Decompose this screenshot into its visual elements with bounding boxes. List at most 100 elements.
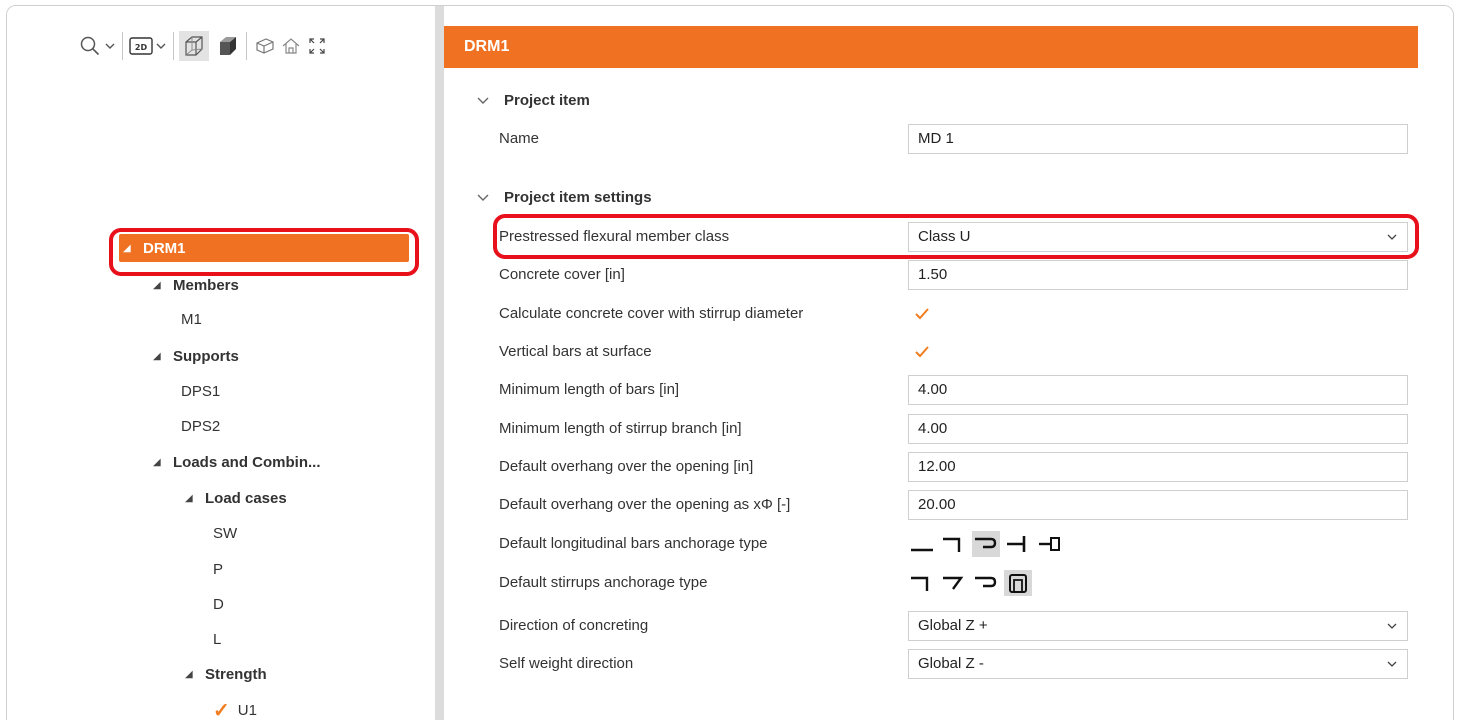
- section-label: Project item settings: [504, 188, 652, 206]
- collapse-arrow-icon[interactable]: ◢: [185, 493, 205, 504]
- row-name: Name MD 1: [444, 122, 1418, 156]
- tree-node-p[interactable]: P: [213, 555, 223, 583]
- tree-node-label: P: [213, 560, 224, 578]
- select-value: Global Z -: [918, 655, 984, 672]
- select-value: Global Z +: [918, 617, 988, 634]
- view-2d-label: 2D: [135, 43, 148, 52]
- tree-node-label: M1: [181, 310, 202, 328]
- row-min-length-bars: Minimum length of bars [in] 4.00: [444, 373, 1418, 407]
- collapse-arrow-icon[interactable]: ◢: [153, 280, 173, 291]
- tree-node-load-cases[interactable]: ◢ Load cases: [185, 484, 287, 512]
- row-min-length-stirrup: Minimum length of stirrup branch [in] 4.…: [444, 412, 1418, 446]
- anchorage-welded-bar-icon[interactable]: [1004, 531, 1032, 557]
- row-stirrups-anchorage: Default stirrups anchorage type: [444, 566, 1418, 600]
- row-label: Minimum length of stirrup branch [in]: [499, 420, 742, 437]
- chevron-down-icon[interactable]: [474, 91, 492, 109]
- longitudinal-anchorage-selector: [908, 531, 1064, 557]
- section-label: Project item: [504, 91, 590, 109]
- row-label: Default overhang over the opening [in]: [499, 458, 754, 475]
- stirrup-closed-icon[interactable]: [1004, 570, 1032, 596]
- stirrup-hook180-icon[interactable]: [972, 570, 1000, 596]
- checkbox-checked-icon[interactable]: [914, 344, 930, 360]
- tree-node-label: DPS1: [181, 382, 221, 400]
- anchorage-hook180-icon[interactable]: [972, 531, 1000, 557]
- tree-node-dps2[interactable]: DPS2: [181, 412, 220, 440]
- row-label: Minimum length of bars [in]: [499, 381, 680, 398]
- solid-cube-icon[interactable]: [215, 31, 241, 61]
- app-frame: 2D ◢ DRM1 ◢ Members M1 ◢ Supports DPS1 D…: [6, 5, 1454, 720]
- row-concrete-cover: Concrete cover [in] 1.50: [444, 258, 1418, 292]
- collapse-arrow-icon[interactable]: ◢: [153, 457, 173, 468]
- collapse-arrow-icon[interactable]: ◢: [185, 669, 205, 680]
- home-icon[interactable]: [278, 31, 304, 61]
- anchorage-hook90-icon[interactable]: [940, 531, 968, 557]
- pane-splitter[interactable]: [435, 6, 444, 720]
- row-self-weight-direction: Self weight direction Global Z -: [444, 647, 1418, 681]
- view-toolbar: 2D: [77, 28, 330, 64]
- perspective-icon[interactable]: [252, 31, 278, 61]
- anchorage-straight-icon[interactable]: [908, 531, 936, 557]
- tree-node-label: U1: [237, 701, 257, 719]
- chevron-down-icon[interactable]: [474, 188, 492, 206]
- tree-node-m1[interactable]: M1: [181, 305, 202, 333]
- name-input[interactable]: MD 1: [908, 124, 1408, 154]
- stirrup-hook135-icon[interactable]: [940, 570, 968, 596]
- tree-node-strength[interactable]: ◢ Strength: [185, 660, 267, 688]
- concrete-cover-input[interactable]: 1.50: [908, 260, 1408, 290]
- chevron-down-icon[interactable]: [1387, 660, 1397, 668]
- navigator-pane: 2D ◢ DRM1 ◢ Members M1 ◢ Supports DPS1 D…: [7, 6, 435, 720]
- tree-node-l[interactable]: L: [213, 625, 221, 653]
- panel-title: DRM1: [444, 26, 1418, 68]
- tree-node-u1[interactable]: ✓ U1: [213, 696, 257, 720]
- row-label: Self weight direction: [499, 655, 634, 672]
- chevron-down-icon[interactable]: [103, 31, 117, 61]
- row-direction-concreting: Direction of concreting Global Z +: [444, 609, 1418, 643]
- tree-node-label: L: [213, 630, 222, 648]
- tree-node-loads-and-combinations[interactable]: ◢ Loads and Combin...: [153, 448, 321, 476]
- min-length-bars-input[interactable]: 4.00: [908, 375, 1408, 405]
- wireframe-cube-icon[interactable]: [179, 31, 209, 61]
- overhang-input[interactable]: 12.00: [908, 452, 1408, 482]
- tree-node-label: DPS2: [181, 417, 221, 435]
- anchorage-plate-icon[interactable]: [1036, 531, 1064, 557]
- chevron-down-icon[interactable]: [1387, 622, 1397, 630]
- highlight-frame-tree: [109, 228, 419, 276]
- stirrups-anchorage-selector: [908, 570, 1032, 596]
- tree-node-label: Members: [173, 276, 239, 294]
- row-vertical-bars: Vertical bars at surface: [444, 335, 1418, 369]
- view-2d-icon[interactable]: 2D: [128, 31, 154, 61]
- chevron-down-icon[interactable]: [154, 31, 168, 61]
- self-weight-direction-select[interactable]: Global Z -: [908, 649, 1408, 679]
- min-length-stirrup-input[interactable]: 4.00: [908, 414, 1408, 444]
- collapse-arrow-icon[interactable]: ◢: [153, 351, 173, 362]
- row-label: Default overhang over the opening as xΦ …: [499, 496, 791, 513]
- row-label: Default stirrups anchorage type: [499, 574, 708, 591]
- tree-node-label: Load cases: [205, 489, 287, 507]
- search-icon[interactable]: [77, 31, 103, 61]
- toolbar-separator: [173, 32, 174, 60]
- tree-node-d[interactable]: D: [213, 590, 224, 618]
- check-icon: ✓: [213, 699, 230, 720]
- section-project-item[interactable]: Project item: [474, 86, 590, 114]
- section-project-item-settings[interactable]: Project item settings: [474, 183, 652, 211]
- properties-pane: DRM1 Project item Name MD 1 Project item…: [444, 6, 1453, 720]
- tree-node-dps1[interactable]: DPS1: [181, 377, 220, 405]
- highlight-frame-setting: [493, 214, 1419, 259]
- toolbar-separator: [246, 32, 247, 60]
- checkbox-checked-icon[interactable]: [914, 306, 930, 322]
- tree-node-label: Strength: [205, 665, 267, 683]
- stirrup-hook90-icon[interactable]: [908, 570, 936, 596]
- tree-node-label: SW: [213, 524, 238, 542]
- tree-node-label: D: [213, 595, 224, 613]
- fullscreen-icon[interactable]: [304, 31, 330, 61]
- tree-node-sw[interactable]: SW: [213, 519, 237, 547]
- tree-node-label: Supports: [173, 347, 239, 365]
- row-longitudinal-anchorage: Default longitudinal bars anchorage type: [444, 527, 1418, 561]
- row-label: Direction of concreting: [499, 617, 649, 634]
- row-overhang-phi: Default overhang over the opening as xΦ …: [444, 488, 1418, 522]
- direction-concreting-select[interactable]: Global Z +: [908, 611, 1408, 641]
- overhang-phi-input[interactable]: 20.00: [908, 490, 1408, 520]
- row-overhang: Default overhang over the opening [in] 1…: [444, 450, 1418, 484]
- tree-node-label: Loads and Combin...: [173, 453, 321, 471]
- tree-node-supports[interactable]: ◢ Supports: [153, 342, 239, 370]
